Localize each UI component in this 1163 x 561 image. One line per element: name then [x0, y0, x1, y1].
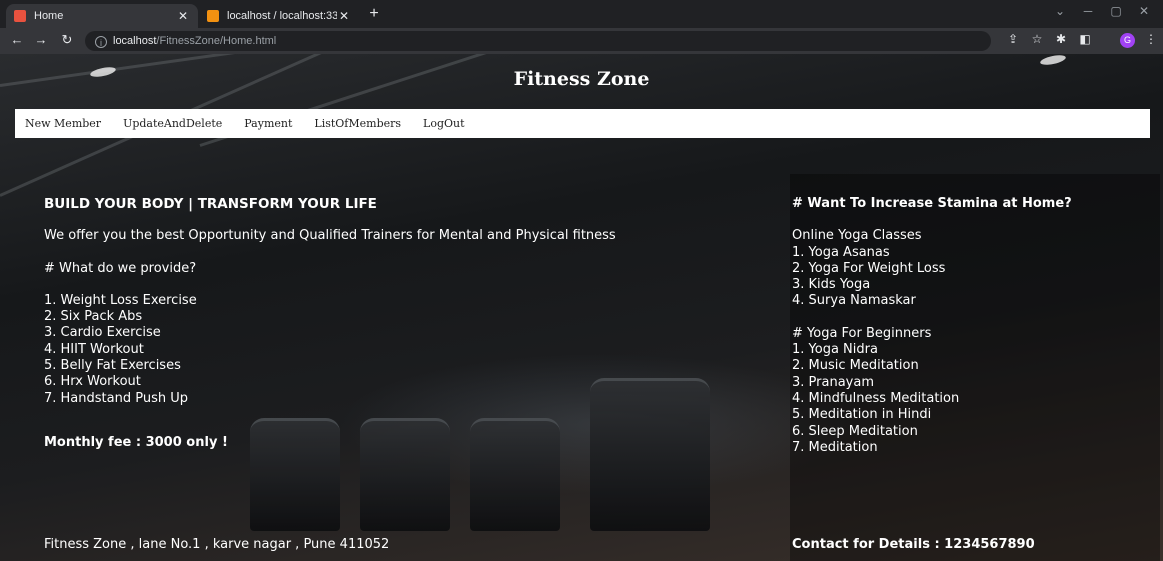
headline: BUILD YOUR BODY | TRANSFORM YOUR LIFE	[44, 196, 377, 212]
list-item: 3. Pranayam	[792, 374, 874, 390]
profile-avatar[interactable]: G	[1120, 33, 1135, 48]
list-item: 3. Cardio Exercise	[44, 325, 161, 341]
back-icon[interactable]: ←	[8, 32, 26, 47]
forward-icon[interactable]: →	[32, 32, 50, 47]
tab-phpmyadmin[interactable]: localhost / localhost:3312 / fitnes ✕	[199, 4, 359, 28]
monthly-fee: Monthly fee : 3000 only !	[44, 434, 228, 450]
home-favicon-icon	[14, 10, 26, 22]
list-item: 5. Belly Fat Exercises	[44, 358, 181, 374]
list-item: 7. Meditation	[792, 439, 878, 455]
close-window-icon[interactable]: ✕	[1134, 4, 1154, 18]
nav-list-of-members[interactable]: ListOfMembers	[314, 117, 401, 130]
list-item: 7. Handstand Push Up	[44, 390, 188, 406]
list-item: 5. Meditation in Hindi	[792, 407, 932, 423]
tab-home[interactable]: Home ✕	[6, 4, 198, 28]
list-item: 6. Hrx Workout	[44, 374, 141, 390]
browser-tab-bar: Home ✕ localhost / localhost:3312 / fitn…	[0, 0, 1163, 28]
contact-details: Contact for Details : 1234567890	[792, 537, 1035, 552]
nav-logout[interactable]: LogOut	[423, 117, 465, 130]
list-item: 1. Yoga Nidra	[792, 342, 878, 358]
ceiling-light	[1039, 54, 1067, 67]
provide-heading: # What do we provide?	[44, 260, 197, 276]
list-item: 4. HIIT Workout	[44, 341, 144, 357]
phpmyadmin-favicon-icon	[207, 10, 219, 22]
close-tab-icon[interactable]: ✕	[337, 9, 351, 23]
main-nav: New Member UpdateAndDelete Payment ListO…	[15, 109, 1150, 138]
tab-title: Home	[34, 10, 64, 22]
online-yoga-heading: Online Yoga Classes	[792, 228, 922, 244]
address-bar[interactable]: i localhost/FitnessZone/Home.html	[85, 31, 991, 51]
side-panel-icon[interactable]: ◧	[1076, 32, 1094, 46]
tagline: We offer you the best Opportunity and Qu…	[44, 228, 616, 244]
url-host: localhost	[113, 35, 157, 47]
menu-icon[interactable]: ⋮	[1142, 32, 1160, 46]
page-title: Fitness Zone	[513, 68, 650, 90]
site-info-icon[interactable]: i	[95, 36, 107, 48]
nav-payment[interactable]: Payment	[244, 117, 292, 130]
extensions-icon[interactable]: ✱	[1052, 32, 1070, 46]
list-item: 6. Sleep Meditation	[792, 423, 918, 439]
list-item: 3. Kids Yoga	[792, 277, 871, 293]
maximize-icon[interactable]: ▢	[1106, 4, 1126, 18]
nav-new-member[interactable]: New Member	[25, 117, 101, 130]
url-path: /FitnessZone/Home.html	[156, 35, 277, 47]
tab-search-icon[interactable]: ⌄	[1050, 4, 1070, 18]
list-item: 2. Yoga For Weight Loss	[792, 260, 946, 276]
stamina-headline: # Want To Increase Stamina at Home?	[792, 196, 1072, 211]
tab-title: localhost / localhost:3312 / fitnes	[227, 10, 337, 22]
reload-icon[interactable]: ↻	[58, 32, 76, 48]
address: Fitness Zone , lane No.1 , karve nagar ,…	[44, 537, 390, 552]
yoga-section: # Want To Increase Stamina at Home? Onli…	[792, 196, 1152, 456]
bookmark-star-icon[interactable]: ☆	[1028, 32, 1046, 46]
list-item: 1. Weight Loss Exercise	[44, 292, 197, 308]
share-icon[interactable]: ⇪	[1004, 32, 1022, 46]
list-item: 4. Surya Namaskar	[792, 293, 916, 309]
list-item: 2. Music Meditation	[792, 358, 919, 374]
page-viewport: Fitness Zone New Member UpdateAndDelete …	[0, 54, 1163, 561]
new-tab-icon[interactable]: +	[364, 5, 384, 23]
close-tab-icon[interactable]: ✕	[176, 9, 190, 23]
services-section: BUILD YOUR BODY | TRANSFORM YOUR LIFE We…	[44, 196, 764, 451]
list-item: 2. Six Pack Abs	[44, 309, 143, 325]
list-item: 1. Yoga Asanas	[792, 244, 890, 260]
minimize-icon[interactable]: ─	[1078, 4, 1098, 18]
browser-toolbar: ← → ↻ i localhost/FitnessZone/Home.html ⇪…	[0, 28, 1163, 54]
list-item: 4. Mindfulness Meditation	[792, 390, 960, 406]
beginners-heading: # Yoga For Beginners	[792, 325, 932, 341]
nav-update-and-delete[interactable]: UpdateAndDelete	[123, 117, 222, 130]
